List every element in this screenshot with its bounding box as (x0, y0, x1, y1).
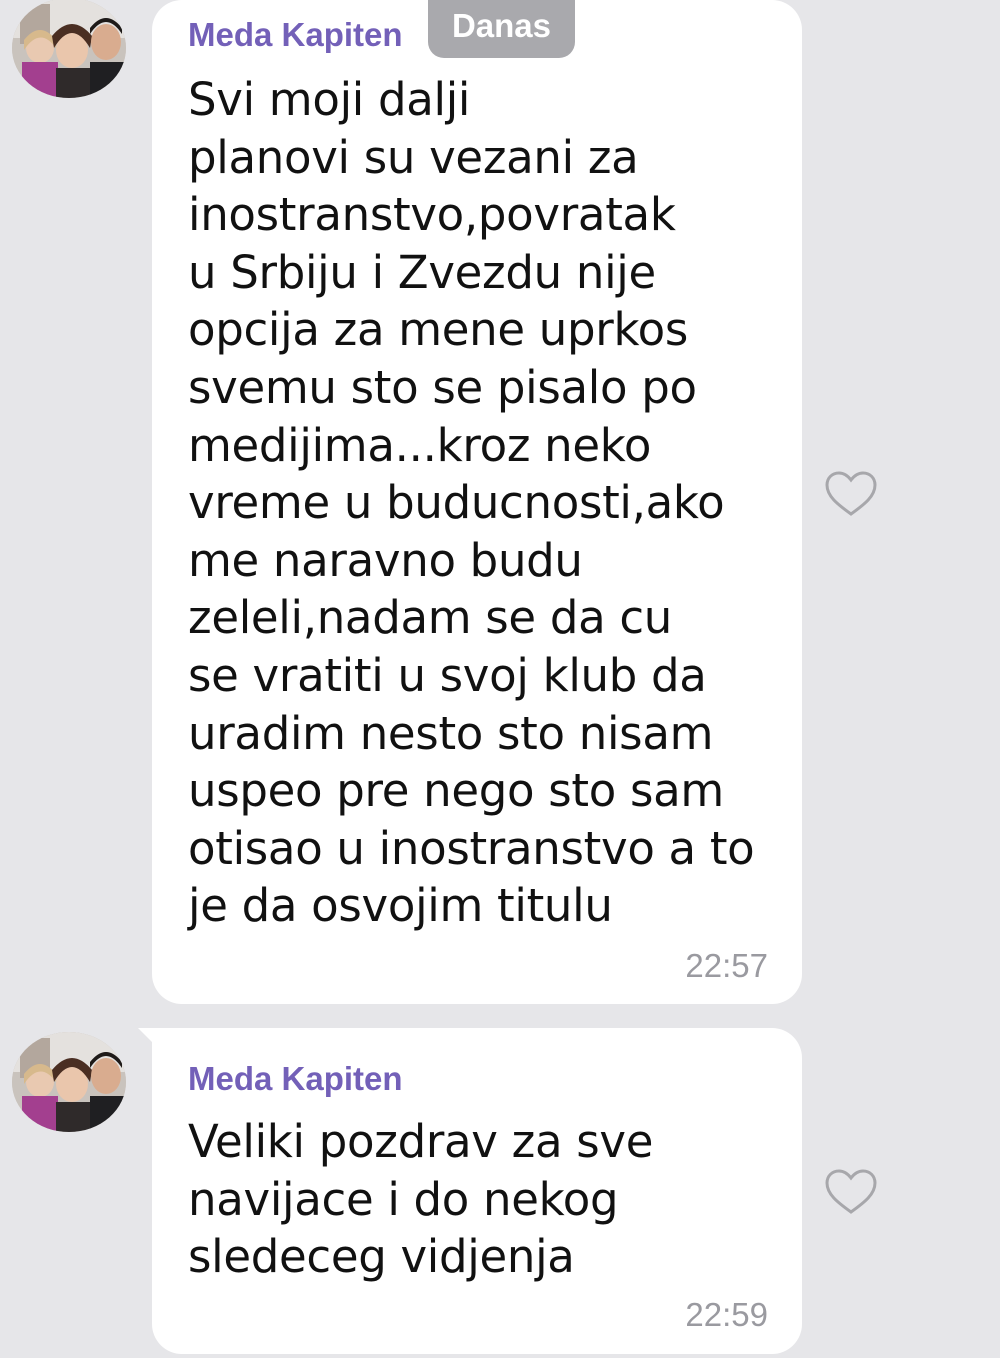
bubble-tail (138, 1028, 160, 1050)
message-bubble[interactable]: Meda Kapiten Veliki pozdrav za sve navij… (138, 1028, 802, 1354)
message-timestamp: 22:57 (685, 946, 768, 984)
heart-outline-icon[interactable] (823, 1168, 879, 1216)
message-bubble[interactable]: Meda Kapiten Svi moji dalji planovi su v… (152, 0, 802, 1004)
date-separator: Danas (428, 0, 575, 58)
avatar-photo (12, 1032, 126, 1132)
chat-message[interactable]: Meda Kapiten Veliki pozdrav za sve navij… (0, 1028, 1000, 1358)
sender-name[interactable]: Meda Kapiten (188, 1062, 768, 1095)
chat-message[interactable]: Meda Kapiten Svi moji dalji planovi su v… (0, 0, 1000, 1010)
heart-outline-icon[interactable] (823, 470, 879, 518)
avatar-photo (12, 0, 126, 98)
message-text: Svi moji dalji planovi su vezani za inos… (188, 73, 755, 933)
sender-avatar[interactable] (12, 1032, 126, 1132)
message-timestamp: 22:59 (685, 1295, 768, 1333)
message-text: Veliki pozdrav za sve navijace i do neko… (188, 1115, 654, 1284)
sender-avatar[interactable] (12, 0, 126, 98)
